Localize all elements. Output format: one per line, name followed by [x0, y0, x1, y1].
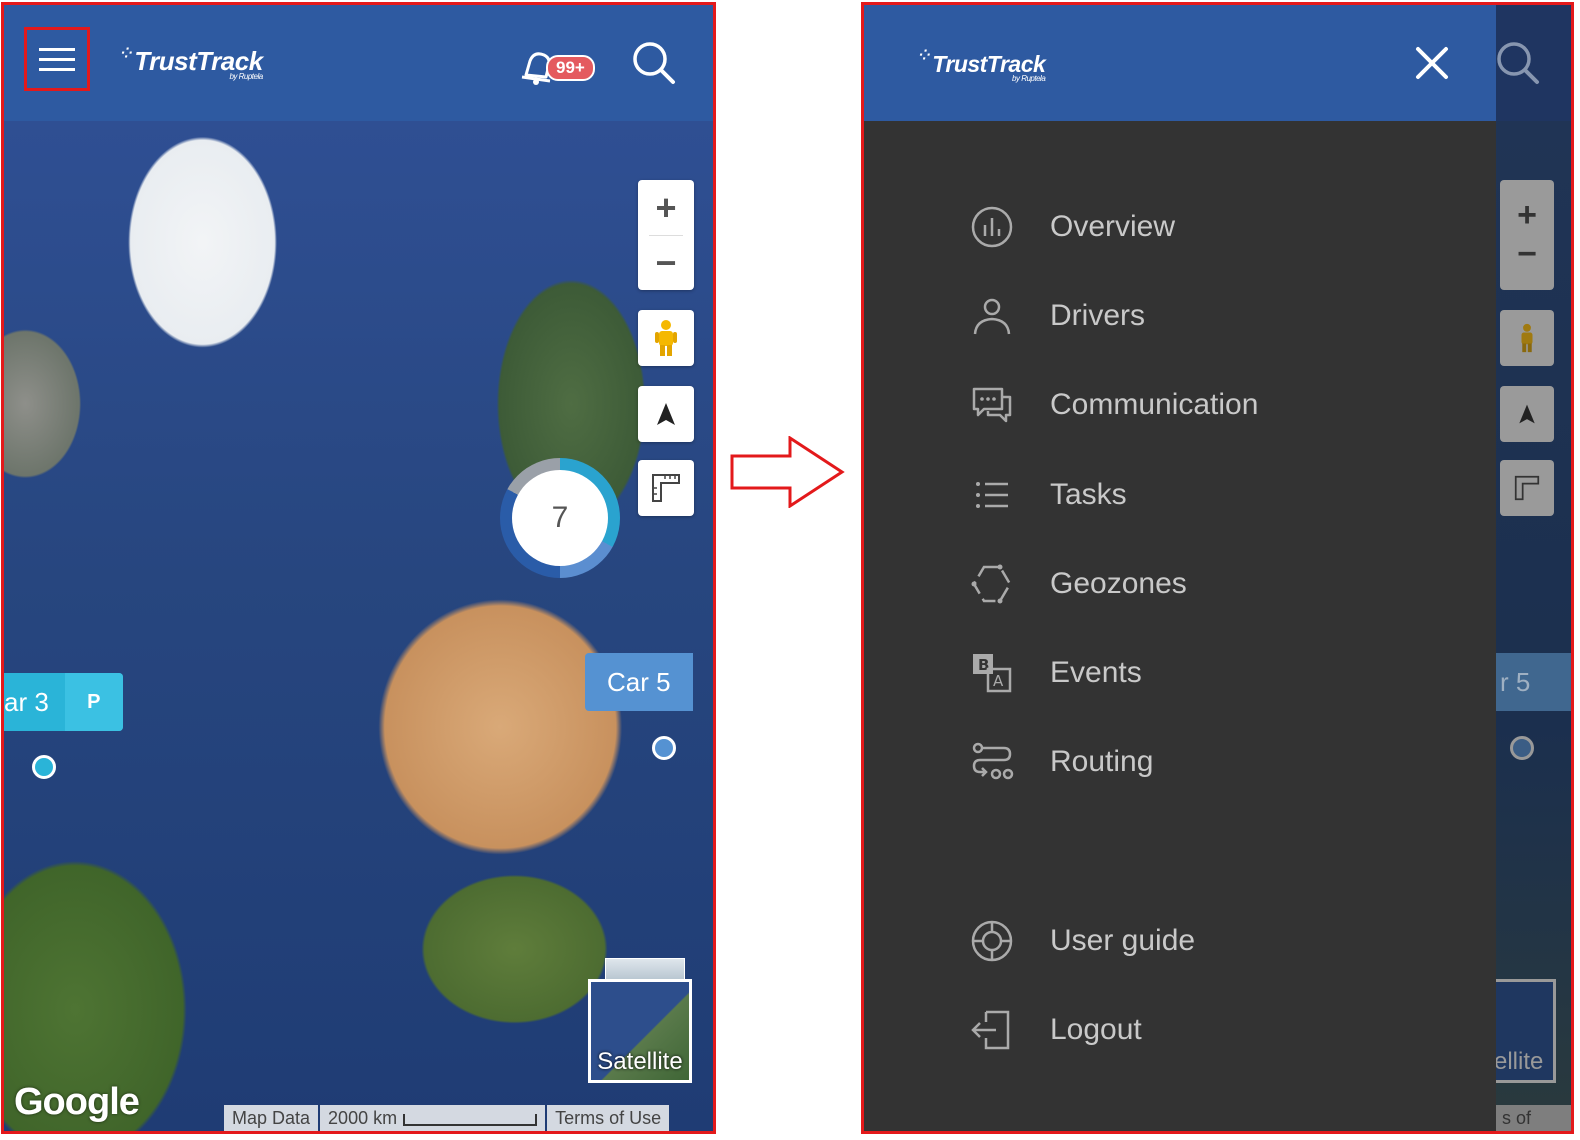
svg-text:A: A: [993, 672, 1004, 690]
menu-item-label: Drivers: [1050, 299, 1145, 332]
hamburger-line: [39, 67, 75, 71]
chart-circle-icon: [968, 203, 1016, 251]
menu-item-tasks[interactable]: Tasks: [968, 465, 1488, 525]
scale-indicator: 2000 km: [320, 1105, 546, 1131]
menu-item-communication[interactable]: Communication: [968, 375, 1488, 435]
drawer-header: ⁘TrustTrack by Ruptela: [864, 5, 1496, 121]
scale-bar: [403, 1114, 538, 1126]
transition-arrow-icon: [730, 436, 845, 508]
zoom-out-button[interactable]: −: [638, 236, 694, 290]
menu-item-events[interactable]: B A Events: [968, 643, 1488, 703]
zoom-control: + −: [638, 180, 694, 290]
dimmed-terms-link: s of Use: [1496, 1105, 1571, 1131]
search-icon: [1497, 42, 1539, 84]
menu-item-label: Tasks: [1050, 478, 1127, 511]
hamburger-menu-button[interactable]: [24, 27, 90, 91]
menu-item-label: Geozones: [1050, 567, 1187, 600]
app-logo: ⁘TrustTrack by Ruptela: [919, 47, 1046, 83]
ruler-icon: [652, 474, 680, 502]
app-logo: ⁘TrustTrack by Ruptela: [121, 45, 263, 81]
events-icon: B A: [968, 649, 1016, 697]
close-menu-button[interactable]: [1412, 43, 1452, 83]
logout-icon: [968, 1006, 1016, 1054]
menu-item-label: Routing: [1050, 745, 1154, 778]
search-button[interactable]: [632, 41, 676, 85]
menu-item-label: Communication: [1050, 388, 1259, 421]
parked-status-badge: P: [64, 673, 123, 731]
zoom-in-button[interactable]: +: [638, 181, 694, 235]
terms-of-use-link[interactable]: Terms of Use: [547, 1105, 670, 1131]
menu-item-logout[interactable]: Logout: [968, 1000, 1488, 1060]
car-3-name: ar 3: [4, 686, 49, 717]
vehicle-cluster-marker[interactable]: 7: [500, 458, 620, 578]
measure-button[interactable]: [638, 460, 694, 516]
map-attribution: Map Data 2000 km Terms of Use: [224, 1105, 671, 1131]
google-logo: Google: [14, 1081, 140, 1123]
app-header: ⁘TrustTrack by Ruptela 99+: [4, 5, 713, 121]
logo-subtitle: by Ruptela: [1012, 74, 1046, 83]
menu-item-geozones[interactable]: Geozones: [968, 554, 1488, 614]
chat-icon: [968, 381, 1016, 429]
car-5-name: Car 5: [607, 666, 671, 697]
menu-item-routing[interactable]: Routing: [968, 732, 1488, 792]
logo-dots-icon: ⁘: [121, 45, 133, 61]
pegman-icon: [655, 320, 677, 356]
search-icon: [633, 42, 675, 84]
zoom-out-icon: −: [1517, 235, 1537, 273]
basemap-toggle-button[interactable]: Satellite: [588, 958, 692, 1083]
menu-item-label: Overview: [1050, 210, 1176, 243]
navigation-arrow-icon: [657, 403, 675, 425]
dimmed-street-view-button: [1500, 310, 1554, 366]
notification-count-badge: 99+: [546, 55, 595, 81]
street-view-button[interactable]: [638, 310, 694, 366]
open-menu-screen: +− r 5 ellite s of Use ⁘TrustTrack by Ru…: [861, 2, 1574, 1134]
car-3-label[interactable]: ar 3 P: [4, 673, 123, 731]
hamburger-line: [39, 47, 75, 51]
layer-stack-preview: [605, 958, 685, 980]
dimmed-car-5-pin: [1510, 736, 1534, 760]
menu-item-label: User guide: [1050, 924, 1196, 957]
navigation-arrow-icon: [1519, 404, 1535, 424]
menu-item-label: Logout: [1050, 1013, 1142, 1046]
car-5-label[interactable]: Car 5: [585, 653, 693, 711]
ruler-icon: [1514, 475, 1540, 501]
close-icon: [1416, 47, 1448, 79]
hamburger-line: [39, 57, 75, 61]
zoom-in-icon: +: [1517, 196, 1537, 234]
routing-icon: [968, 738, 1016, 786]
map-data-link[interactable]: Map Data: [224, 1105, 319, 1131]
my-location-button[interactable]: [638, 386, 694, 442]
person-icon: [968, 292, 1016, 340]
menu-item-overview[interactable]: Overview: [968, 197, 1488, 257]
closed-menu-screen: ⁘TrustTrack by Ruptela 99+ + − 7 ar 3 P …: [1, 2, 716, 1134]
list-icon: [968, 471, 1016, 519]
dimmed-location-button: [1500, 386, 1554, 442]
lifebuoy-icon: [968, 917, 1016, 965]
pegman-icon: [1521, 323, 1533, 353]
menu-item-drivers[interactable]: Drivers: [968, 286, 1488, 346]
dimmed-car-5-label: r 5: [1496, 653, 1571, 711]
logo-dots-icon: ⁘: [919, 47, 931, 63]
logo-subtitle: by Ruptela: [229, 72, 263, 81]
menu-item-user-guide[interactable]: User guide: [968, 911, 1488, 971]
dimmed-basemap-toggle: ellite: [1496, 979, 1556, 1083]
dimmed-map-background: +− r 5 ellite s of Use: [1496, 5, 1571, 1131]
notifications-button[interactable]: 99+: [516, 43, 596, 89]
dimmed-measure-button: [1500, 460, 1554, 516]
menu-item-label: Events: [1050, 656, 1142, 689]
car-3-location-pin[interactable]: [32, 755, 56, 779]
dimmed-zoom-control: + −: [1500, 180, 1554, 290]
cluster-count: 7: [512, 470, 608, 566]
navigation-drawer: ⁘TrustTrack by Ruptela Overview Drivers …: [864, 5, 1496, 1131]
geozone-icon: [968, 560, 1016, 608]
car-5-location-pin[interactable]: [652, 736, 676, 760]
basemap-label: Satellite: [597, 1048, 683, 1075]
